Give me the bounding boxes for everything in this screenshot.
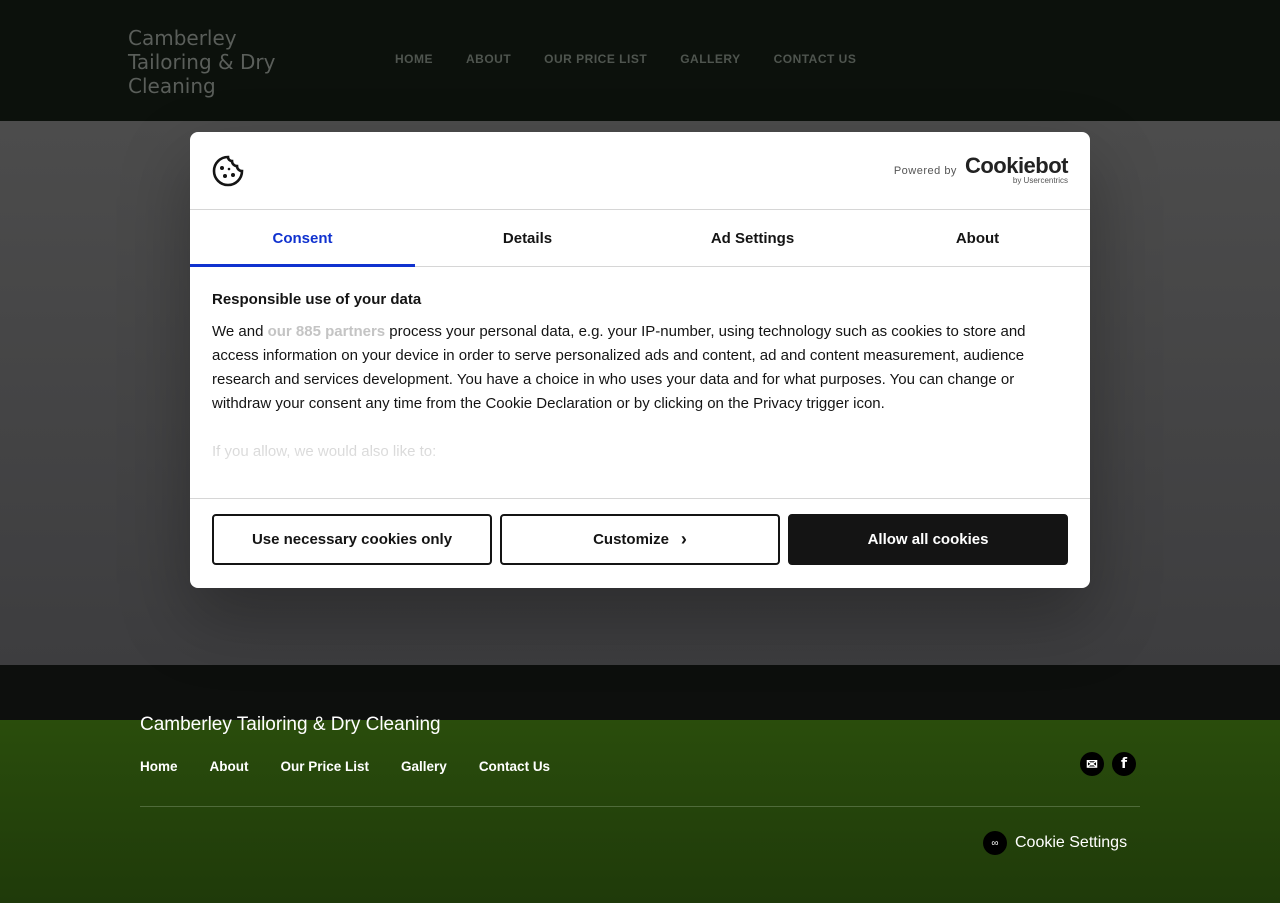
footer-divider bbox=[140, 806, 1140, 807]
facebook-icon[interactable]: f bbox=[1112, 752, 1136, 776]
dialog-header: Powered by Cookiebot by Usercentrics bbox=[190, 132, 1090, 210]
site-nav: HOME ABOUT OUR PRICE LIST GALLERY CONTAC… bbox=[395, 52, 856, 66]
tab-consent[interactable]: Consent bbox=[190, 210, 415, 267]
nav-gallery[interactable]: GALLERY bbox=[680, 52, 740, 66]
dark-band bbox=[0, 665, 1280, 720]
allow-label: Allow all cookies bbox=[867, 531, 989, 548]
footer-nav-gallery[interactable]: Gallery bbox=[401, 759, 447, 774]
necessary-only-button[interactable]: Use necessary cookies only bbox=[212, 514, 492, 565]
site-logo[interactable]: Camberley Tailoring & Dry Cleaning bbox=[128, 26, 298, 98]
dialog-body[interactable]: Responsible use of your data We and our … bbox=[190, 267, 1090, 498]
dialog-buttons: Use necessary cookies only Customize › Al… bbox=[190, 498, 1090, 580]
footer-nav-about[interactable]: About bbox=[210, 759, 249, 774]
email-icon[interactable]: ✉ bbox=[1080, 752, 1104, 776]
nav-about[interactable]: ABOUT bbox=[466, 52, 511, 66]
nav-home[interactable]: HOME bbox=[395, 52, 433, 66]
site-footer bbox=[0, 720, 1280, 903]
dialog-heading: Responsible use of your data bbox=[212, 291, 422, 308]
text-before: We and bbox=[212, 323, 268, 340]
tab-ad-settings[interactable]: Ad Settings bbox=[640, 210, 865, 266]
customize-label: Customize bbox=[593, 531, 669, 548]
powered-by-cookiebot[interactable]: Powered by Cookiebot by Usercentrics bbox=[893, 153, 1069, 186]
footer-nav-contact[interactable]: Contact Us bbox=[479, 759, 550, 774]
cookie-consent-dialog: Powered by Cookiebot by Usercentrics Cons… bbox=[190, 132, 1090, 588]
partners-link[interactable]: our 885 partners bbox=[268, 323, 386, 340]
tab-details[interactable]: Details bbox=[415, 210, 640, 266]
customize-button[interactable]: Customize › bbox=[500, 514, 780, 565]
necessary-label: Use necessary cookies only bbox=[251, 531, 453, 548]
cookie-icon bbox=[212, 155, 244, 187]
footer-nav-price-list[interactable]: Our Price List bbox=[281, 759, 370, 774]
cookie-settings-icon: ∞ bbox=[983, 831, 1007, 855]
allow-all-button[interactable]: Allow all cookies bbox=[788, 514, 1068, 565]
chevron-right-icon: › bbox=[680, 529, 687, 549]
footer-title: Camberley Tailoring & Dry Cleaning bbox=[140, 714, 441, 735]
nav-price-list[interactable]: OUR PRICE LIST bbox=[544, 52, 647, 66]
nav-contact[interactable]: CONTACT US bbox=[774, 52, 857, 66]
footer-nav: Home About Our Price List Gallery Contac… bbox=[140, 759, 550, 774]
faded-text: If you allow, we would also like to: bbox=[212, 443, 437, 460]
cookie-settings-button[interactable]: ∞ Cookie Settings bbox=[983, 831, 1127, 855]
cookiebot-logo: Cookiebot bbox=[964, 153, 1069, 178]
powered-by-label: Powered by bbox=[893, 164, 957, 177]
site-header: Camberley Tailoring & Dry Cleaning HOME … bbox=[0, 0, 1280, 121]
tab-about[interactable]: About bbox=[865, 210, 1090, 266]
dialog-text: We and our 885 partners process your per… bbox=[212, 320, 1068, 416]
footer-nav-home[interactable]: Home bbox=[140, 759, 178, 774]
cookie-settings-label: Cookie Settings bbox=[1015, 834, 1128, 851]
dialog-tabs: Consent Details Ad Settings About bbox=[190, 210, 1090, 267]
